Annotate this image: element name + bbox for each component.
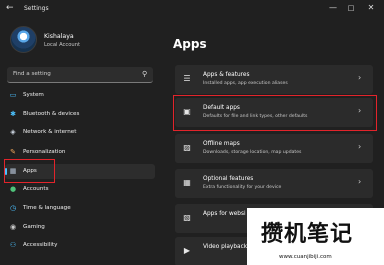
sidebar-item-label: System: [23, 92, 44, 98]
sidebar-item-gaming[interactable]: ◉ Gaming: [5, 220, 155, 235]
sidebar-item-label: Time & language: [23, 205, 71, 211]
sidebar-item-personalization[interactable]: ✎ Personalization: [5, 145, 155, 160]
sidebar-item-accounts[interactable]: ● Accounts: [5, 182, 155, 197]
watermark-url: www.cuanjibiji.com: [279, 254, 332, 260]
chevron-right-icon: ›: [358, 177, 362, 186]
apps-highlight-box: [4, 159, 55, 183]
back-arrow-icon[interactable]: ←: [6, 3, 14, 13]
sidebar-item-label: Accounts: [23, 186, 49, 192]
user-account-type: Local Account: [44, 42, 81, 48]
card-title: Apps & features: [203, 72, 250, 78]
title-bar: ← Settings — □ ✕: [0, 0, 384, 18]
sidebar-item-label: Bluetooth & devices: [23, 111, 80, 117]
card-title: Optional features: [203, 176, 254, 182]
card-subtitle: Extra functionality for your device: [203, 185, 282, 190]
map-icon: ▨: [183, 143, 191, 152]
monitor-icon: ▭: [9, 91, 17, 99]
sidebar-item-label: Accessibility: [23, 242, 58, 248]
chevron-right-icon: ›: [358, 73, 362, 82]
settings-window: ← Settings — □ ✕ Kishalaya Local Account…: [0, 0, 384, 265]
apps-list-icon: ☰: [183, 74, 191, 83]
sidebar-item-label: Personalization: [23, 149, 66, 155]
sidebar-item-label: Network & internet: [23, 129, 77, 135]
watermark-logo-text: 攒机笔记: [261, 222, 354, 247]
sidebar-item-time-language[interactable]: ◷ Time & language: [5, 201, 155, 216]
card-title: Offline maps: [203, 141, 240, 147]
person-icon: ●: [9, 185, 17, 193]
sidebar-item-label: Gaming: [23, 224, 45, 230]
maximize-button[interactable]: □: [344, 2, 358, 14]
chevron-right-icon: ›: [358, 142, 362, 151]
network-icon: ◈: [10, 128, 16, 136]
gamepad-icon: ◉: [9, 223, 17, 231]
window-title: Settings: [24, 5, 49, 12]
optional-features-icon: ▦: [183, 178, 191, 187]
sidebar-item-accessibility[interactable]: ⚇ Accessibility: [5, 238, 155, 253]
card-subtitle: Installed apps, app execution aliases: [203, 81, 288, 86]
sidebar-item-network[interactable]: ◈ Network & internet: [5, 125, 155, 140]
search-icon[interactable]: ⚲: [142, 70, 147, 78]
video-icon: ▶: [183, 246, 191, 255]
accessibility-icon: ⚇: [9, 241, 17, 249]
globe-clock-icon: ◷: [9, 204, 17, 212]
card-offline-maps[interactable]: ▨ Offline maps Downloads, storage locati…: [175, 134, 373, 163]
close-button[interactable]: ✕: [364, 2, 378, 14]
avatar[interactable]: [10, 26, 37, 53]
minimize-button[interactable]: —: [326, 2, 340, 14]
bluetooth-icon: ✱: [10, 110, 16, 118]
card-title: Apps for websi: [203, 211, 246, 217]
card-apps-features[interactable]: ☰ Apps & features Installed apps, app ex…: [175, 65, 373, 94]
search-placeholder: Find a setting: [13, 71, 51, 77]
brush-icon: ✎: [10, 148, 16, 156]
card-optional-features[interactable]: ▦ Optional features Extra functionality …: [175, 169, 373, 198]
sidebar-item-bluetooth[interactable]: ✱ Bluetooth & devices: [5, 107, 155, 122]
page-title: Apps: [173, 37, 207, 51]
web-apps-icon: ▧: [183, 213, 191, 222]
search-input[interactable]: Find a setting ⚲: [7, 67, 153, 83]
default-apps-highlight-box: [173, 95, 377, 131]
watermark: 攒机笔记 www.cuanjibiji.com: [247, 208, 384, 265]
card-title: Video playback: [203, 244, 248, 250]
sidebar-item-system[interactable]: ▭ System: [5, 88, 155, 103]
card-subtitle: Downloads, storage location, map updates: [203, 150, 302, 155]
user-name: Kishalaya: [44, 33, 74, 40]
